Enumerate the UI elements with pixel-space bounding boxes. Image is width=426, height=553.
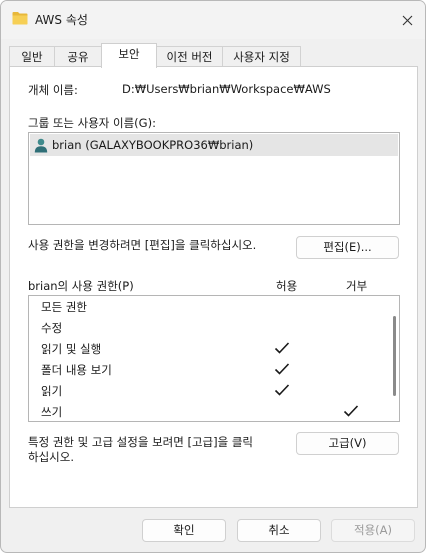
list-item: 모든 권한 bbox=[29, 296, 384, 317]
permission-name: 모든 권한 bbox=[41, 300, 87, 314]
permissions-label: brian의 사용 권한(P) bbox=[28, 279, 134, 293]
close-button[interactable] bbox=[397, 10, 417, 30]
permission-name: 폴더 내용 보기 bbox=[41, 363, 112, 377]
deny-checkmark-icon bbox=[343, 405, 359, 417]
properties-dialog: AWS 속성 일반 공유 보안 이전 버전 사용자 지정 개체 이름: D:₩U… bbox=[0, 0, 426, 553]
tab-general[interactable]: 일반 bbox=[9, 46, 55, 67]
permission-name: 읽기 및 실행 bbox=[41, 342, 102, 356]
title-bar: AWS 속성 bbox=[1, 1, 425, 39]
list-item: 읽기 bbox=[29, 380, 384, 401]
tab-previous-versions[interactable]: 이전 버전 bbox=[156, 46, 223, 67]
edit-button[interactable]: 편집(E)... bbox=[296, 236, 399, 259]
list-item[interactable]: brian (GALAXYBOOKPRO36₩brian) bbox=[30, 134, 398, 156]
advanced-hint-line1: 특정 권한 및 고급 설정을 보려면 [고급]을 클릭 bbox=[28, 435, 253, 449]
list-item: 쓰기 bbox=[29, 401, 384, 421]
security-panel: 개체 이름: D:₩Users₩brian₩Workspace₩AWS 그룹 또… bbox=[9, 66, 418, 508]
list-item: 읽기 및 실행 bbox=[29, 338, 384, 359]
list-item: 수정 bbox=[29, 317, 384, 338]
tab-security[interactable]: 보안 bbox=[101, 43, 157, 68]
allow-checkmark-icon bbox=[274, 342, 290, 354]
list-item: 폴더 내용 보기 bbox=[29, 359, 384, 380]
ok-button[interactable]: 확인 bbox=[142, 519, 226, 542]
advanced-hint-line2: 하십시오. bbox=[28, 450, 74, 464]
permission-name: 쓰기 bbox=[41, 405, 63, 419]
permissions-list[interactable]: 모든 권한 수정 읽기 및 실행 폴더 내용 보기 읽기 쓰기 bbox=[28, 295, 400, 422]
tab-customize[interactable]: 사용자 지정 bbox=[222, 46, 301, 67]
allow-checkmark-icon bbox=[274, 384, 290, 396]
folder-icon bbox=[12, 12, 28, 25]
close-icon bbox=[402, 15, 412, 25]
user-icon bbox=[34, 138, 48, 153]
permission-name: 읽기 bbox=[41, 384, 63, 398]
object-name-label: 개체 이름: bbox=[28, 83, 78, 97]
groups-label: 그룹 또는 사용자 이름(G): bbox=[28, 116, 156, 130]
allow-checkmark-icon bbox=[274, 363, 290, 375]
permission-name: 수정 bbox=[41, 321, 63, 335]
groups-list[interactable]: brian (GALAXYBOOKPRO36₩brian) bbox=[28, 132, 400, 225]
allow-header: 허용 bbox=[276, 279, 298, 293]
edit-hint: 사용 권한을 변경하려면 [편집]을 클릭하십시오. bbox=[28, 238, 257, 252]
apply-button[interactable]: 적용(A) bbox=[331, 519, 415, 542]
tab-strip: 일반 공유 보안 이전 버전 사용자 지정 bbox=[9, 43, 417, 68]
scrollbar-thumb[interactable] bbox=[393, 316, 396, 396]
cancel-button[interactable]: 취소 bbox=[237, 519, 321, 542]
advanced-button[interactable]: 고급(V) bbox=[296, 432, 399, 455]
object-name-value: D:₩Users₩brian₩Workspace₩AWS bbox=[122, 82, 331, 96]
deny-header: 거부 bbox=[346, 279, 368, 293]
tab-sharing[interactable]: 공유 bbox=[54, 46, 102, 67]
group-item-label: brian (GALAXYBOOKPRO36₩brian) bbox=[52, 138, 254, 152]
window-title: AWS 속성 bbox=[35, 13, 88, 27]
